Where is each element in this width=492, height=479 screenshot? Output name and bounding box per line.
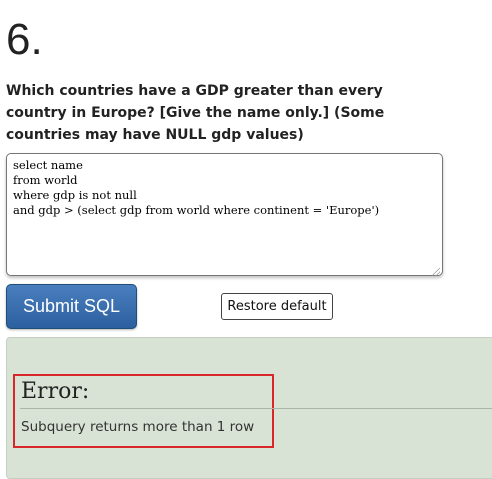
submit-sql-button[interactable]: Submit SQL	[6, 284, 137, 329]
question-number: 6.	[6, 15, 43, 64]
restore-default-button[interactable]: Restore default	[221, 293, 333, 320]
error-message: Subquery returns more than 1 row	[21, 419, 255, 435]
error-divider	[20, 408, 492, 409]
question-text: Which countries have a GDP greater than …	[6, 83, 385, 143]
error-title: Error:	[21, 379, 90, 404]
resize-grip-icon[interactable]	[432, 268, 440, 276]
sql-editor[interactable]: select name from world where gdp is not …	[6, 153, 443, 276]
